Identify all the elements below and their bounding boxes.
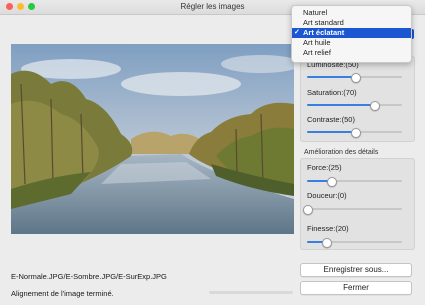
luminosite-slider[interactable] (307, 73, 402, 83)
douceur-slider[interactable] (303, 205, 402, 215)
luminosite-slider-fill (307, 76, 355, 78)
douceur-slider-knob[interactable] (303, 205, 313, 215)
menu-item-label: Naturel (303, 8, 328, 17)
progress-bar (209, 291, 293, 294)
menu-item-label: Art éclatant (303, 28, 345, 37)
landscape-photo (11, 44, 294, 234)
finesse-label: Finesse:(20) (307, 224, 349, 233)
menu-item-label: Art huile (303, 38, 331, 47)
finesse-slider-knob[interactable] (322, 238, 332, 248)
douceur-label: Douceur:(0) (307, 191, 347, 200)
image-preview (11, 44, 294, 234)
menu-item-label: Art relief (303, 48, 331, 57)
menu-item-art-huile[interactable]: Art huile (292, 38, 411, 48)
save-as-button[interactable]: Enregistrer sous... (300, 263, 412, 277)
menu-item-art-relief[interactable]: Art relief (292, 48, 411, 58)
finesse-slider[interactable] (307, 238, 402, 248)
details-section-title: Amélioration des détails (304, 149, 379, 156)
file-list: E-Normale.JPG/E-Sombre.JPG/E-SurExp.JPG (11, 272, 167, 281)
checkmark-icon: ✓ (294, 29, 300, 36)
contraste-slider-fill (307, 131, 355, 133)
close-button[interactable]: Fermer (300, 281, 412, 295)
contraste-slider-knob[interactable] (350, 128, 361, 138)
saturation-slider-knob[interactable] (369, 101, 380, 111)
menu-item-art-standard[interactable]: Art standard (292, 18, 411, 28)
details-panel: Force:(25) Douceur:(0) Finesse:(20) (300, 158, 415, 250)
contraste-label: Contraste:(50) (307, 115, 355, 124)
menu-item-art-eclatant[interactable]: ✓ Art éclatant (292, 28, 411, 38)
saturation-slider-fill (307, 104, 374, 106)
contraste-slider[interactable] (307, 128, 402, 138)
saturation-slider[interactable] (307, 101, 402, 111)
adjustments-panel: Luminosité:(50) Saturation:(70) Contrast… (300, 56, 415, 142)
menu-item-naturel[interactable]: Naturel (292, 8, 411, 18)
force-slider-knob[interactable] (326, 177, 337, 187)
force-slider[interactable] (307, 177, 402, 187)
menu-item-label: Art standard (303, 18, 344, 27)
status-text: Alignement de l'image terminé. (11, 289, 114, 298)
force-label: Force:(25) (307, 163, 342, 172)
style-dropdown-menu: Naturel Art standard ✓ Art éclatant Art h… (291, 5, 412, 63)
luminosite-slider-knob[interactable] (350, 73, 361, 83)
saturation-label: Saturation:(70) (307, 88, 357, 97)
